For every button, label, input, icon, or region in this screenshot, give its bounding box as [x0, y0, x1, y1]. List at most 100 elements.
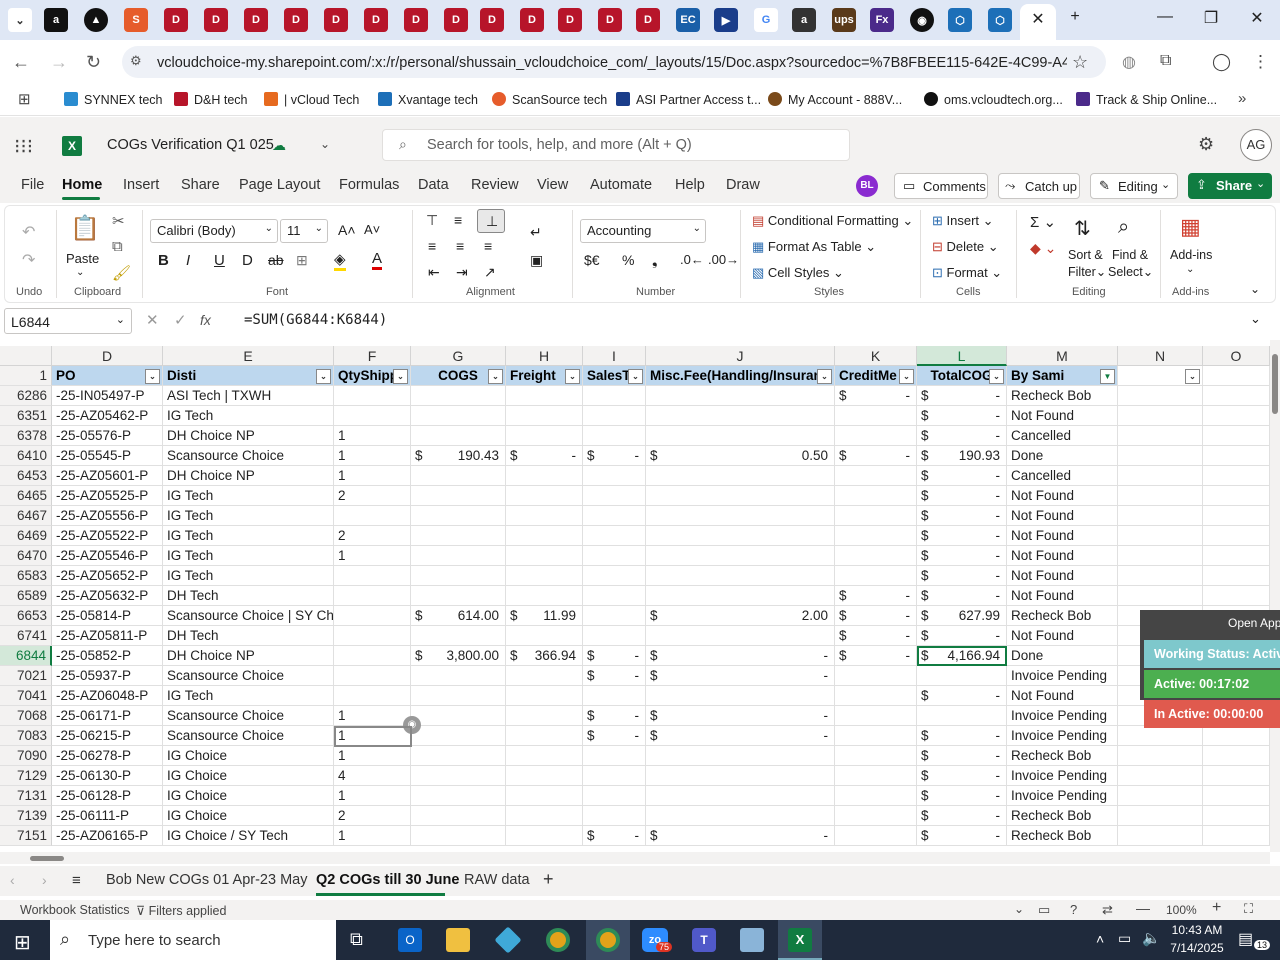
header-cell[interactable]: COGS ⌄	[411, 366, 506, 386]
expand-formula-icon[interactable]: ⌄	[1250, 311, 1261, 327]
table-cell[interactable]: Recheck Bob	[1007, 386, 1118, 406]
table-cell[interactable]	[411, 766, 506, 786]
header-cell[interactable]: Disti ⌄	[163, 366, 334, 386]
fullscreen-icon[interactable]: ⛶	[1244, 901, 1253, 917]
menu-share[interactable]: Share	[181, 177, 220, 193]
table-cell[interactable]	[1203, 766, 1270, 786]
chrome-active-icon[interactable]	[586, 920, 630, 960]
table-cell[interactable]	[646, 806, 835, 826]
table-cell[interactable]	[583, 406, 646, 426]
table-cell[interactable]	[1203, 826, 1270, 846]
column-header[interactable]: I	[583, 346, 646, 366]
row-header[interactable]: 6583	[0, 566, 52, 586]
reload-icon[interactable]: ↻	[86, 52, 101, 73]
workbook-statistics[interactable]: Workbook Statistics	[20, 903, 130, 917]
table-cell[interactable]: $ -	[917, 766, 1007, 786]
redo-icon[interactable]: ↷	[22, 250, 35, 270]
table-cell[interactable]	[1118, 526, 1203, 546]
table-cell[interactable]: $ -	[917, 386, 1007, 406]
paste-label[interactable]: Paste	[66, 251, 99, 266]
dh-tab-icon[interactable]: D	[404, 8, 428, 32]
table-cell[interactable]: Recheck Bob	[1007, 606, 1118, 626]
table-cell[interactable]: 1	[334, 746, 411, 766]
share-button[interactable]: ⇪ Share ⌄	[1188, 173, 1272, 199]
orientation-icon[interactable]: ↗	[484, 264, 496, 281]
sort-filter-button[interactable]: Filter⌄	[1068, 264, 1106, 279]
column-header[interactable]: F	[334, 346, 411, 366]
row-header[interactable]: 6467	[0, 506, 52, 526]
profile-icon[interactable]: ◯	[1212, 52, 1231, 72]
table-cell[interactable]: $ -	[583, 706, 646, 726]
table-cell[interactable]: -25-05852-P	[52, 646, 163, 666]
table-cell[interactable]: $ -	[917, 726, 1007, 746]
table-cell[interactable]: $ -	[917, 546, 1007, 566]
table-cell[interactable]: DH Tech	[163, 626, 334, 646]
table-cell[interactable]	[506, 806, 583, 826]
grow-font-icon[interactable]: A˄	[338, 222, 356, 238]
dh-tab-icon[interactable]: D	[284, 8, 308, 32]
row-header[interactable]: 7041	[0, 686, 52, 706]
table-cell[interactable]	[334, 666, 411, 686]
column-header[interactable]: N	[1118, 346, 1203, 366]
header-cell[interactable]: PO ⌄	[52, 366, 163, 386]
conditional-formatting-button[interactable]: ▤ Conditional Formatting ⌄	[752, 213, 913, 229]
horizontal-scroll-thumb[interactable]	[30, 856, 64, 861]
active-tab[interactable]: ✕	[1020, 4, 1056, 40]
menu-insert[interactable]: Insert	[123, 177, 159, 193]
table-cell[interactable]	[646, 766, 835, 786]
table-cell[interactable]: 1	[334, 466, 411, 486]
table-cell[interactable]	[1203, 406, 1270, 426]
table-cell[interactable]	[646, 426, 835, 446]
table-cell[interactable]: IG Choice	[163, 806, 334, 826]
dh-tab-icon[interactable]: D	[204, 8, 228, 32]
table-cell[interactable]	[1203, 746, 1270, 766]
table-cell[interactable]	[334, 626, 411, 646]
table-cell[interactable]	[1203, 446, 1270, 466]
header-cell[interactable]: Freight ⌄	[506, 366, 583, 386]
zoom-out-icon[interactable]: —	[1136, 900, 1150, 916]
sheet-tab-raw[interactable]: RAW data	[464, 872, 530, 888]
table-cell[interactable]	[835, 686, 917, 706]
row-header[interactable]: 6410	[0, 446, 52, 466]
filter-dropdown-icon[interactable]: ⌄	[628, 369, 643, 384]
table-cell[interactable]	[334, 686, 411, 706]
search-box[interactable]: ⌕ Search for tools, help, and more (Alt …	[382, 129, 850, 161]
find-label-1[interactable]: Find &	[1112, 248, 1148, 262]
align-bottom-button[interactable]: ⊥	[477, 209, 505, 233]
column-header[interactable]: L	[917, 346, 1007, 366]
increase-indent-icon[interactable]: ⇥	[456, 264, 468, 281]
table-cell[interactable]	[411, 406, 506, 426]
bookmark-asi[interactable]: ASI Partner Access t...	[616, 92, 761, 107]
row-header[interactable]: 7021	[0, 666, 52, 686]
scansource-tab-icon[interactable]: S	[124, 8, 148, 32]
table-cell[interactable]	[1203, 466, 1270, 486]
table-cell[interactable]	[583, 606, 646, 626]
table-cell[interactable]: -25-IN05497-P	[52, 386, 163, 406]
row-header[interactable]: 6741	[0, 626, 52, 646]
row-header[interactable]: 7139	[0, 806, 52, 826]
spreadsheet-grid[interactable]: D E F G H I J K L M N O 1 PO ⌄ Disti ⌄ QtyShipp ⌄ COGS ⌄ Frei…	[0, 346, 1270, 852]
table-cell[interactable]: $ -	[583, 726, 646, 746]
table-cell[interactable]	[646, 546, 835, 566]
table-cell[interactable]	[583, 566, 646, 586]
menu-file[interactable]: File	[21, 177, 44, 193]
table-cell[interactable]: $ -	[917, 786, 1007, 806]
table-cell[interactable]	[411, 706, 506, 726]
merge-cells-icon[interactable]: ▣	[530, 252, 543, 269]
table-cell[interactable]: -25-AZ06048-P	[52, 686, 163, 706]
column-header[interactable]: H	[506, 346, 583, 366]
table-cell[interactable]: Invoice Pending	[1007, 666, 1118, 686]
dh-tab-icon[interactable]: D	[324, 8, 348, 32]
table-cell[interactable]: -25-06111-P	[52, 806, 163, 826]
table-cell[interactable]: 1	[334, 726, 411, 746]
table-cell[interactable]: -25-06128-P	[52, 786, 163, 806]
table-cell[interactable]	[411, 726, 506, 746]
table-cell[interactable]: -25-AZ05525-P	[52, 486, 163, 506]
table-cell[interactable]	[646, 686, 835, 706]
sort-label-1[interactable]: Sort &	[1068, 248, 1103, 262]
table-cell[interactable]: 1	[334, 706, 411, 726]
dh-tab-icon[interactable]: D	[520, 8, 544, 32]
row-header[interactable]: 7083	[0, 726, 52, 746]
insert-cells-button[interactable]: ⊞ Insert ⌄	[932, 213, 994, 229]
bookmark-dh[interactable]: D&H tech	[174, 92, 248, 107]
